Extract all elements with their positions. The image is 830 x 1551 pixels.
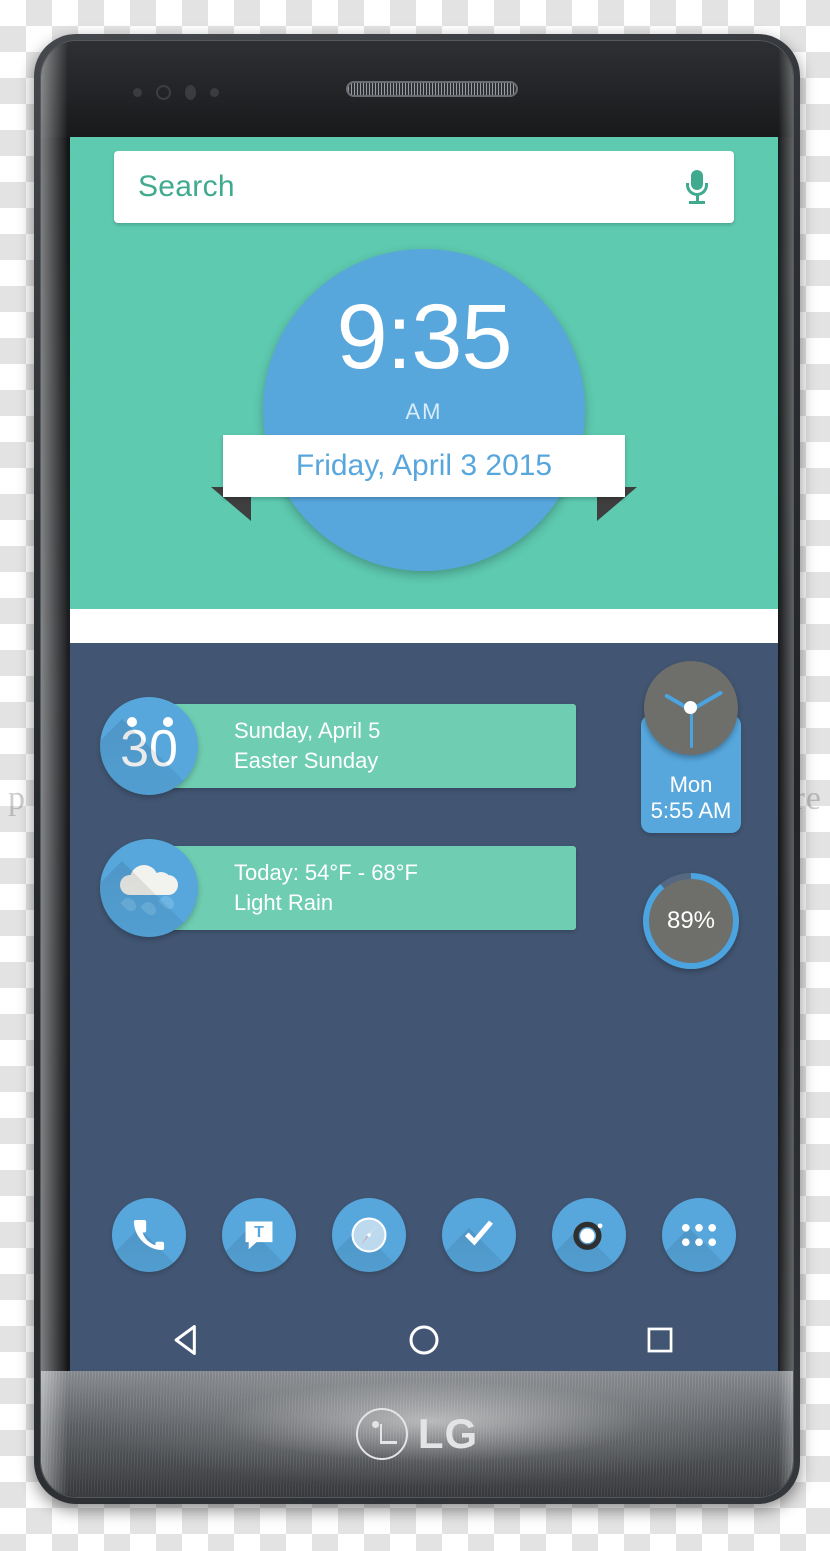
info-card-list: Sunday, April 5 Easter Sunday 30 Today: … bbox=[100, 697, 576, 981]
home-top-panel: Search 9:35 AM Friday, April 3 2015 bbox=[70, 137, 778, 609]
sensor-cluster bbox=[133, 85, 219, 100]
svg-text:T: T bbox=[254, 1224, 264, 1241]
alarm-time: 5:55 AM bbox=[650, 797, 732, 823]
search-input[interactable]: Search bbox=[138, 170, 684, 204]
led-indicator-icon bbox=[210, 88, 219, 97]
browser-compass-icon[interactable] bbox=[332, 1198, 406, 1272]
weather-card[interactable]: Today: 54°F - 68°F Light Rain bbox=[172, 846, 576, 930]
calendar-icon[interactable]: 30 bbox=[100, 697, 198, 795]
app-drawer-icon[interactable] bbox=[662, 1198, 736, 1272]
clock-date: Friday, April 3 2015 bbox=[295, 449, 553, 482]
earpiece-speaker-icon bbox=[346, 81, 518, 97]
calendar-card-row[interactable]: Sunday, April 5 Easter Sunday 30 bbox=[100, 697, 576, 795]
battery-percent: 89% bbox=[666, 907, 716, 934]
device-chin: LG bbox=[41, 1371, 793, 1497]
top-bezel bbox=[41, 41, 793, 137]
clock-widget[interactable]: 9:35 AM Friday, April 3 2015 bbox=[70, 249, 778, 589]
phone-body: Search 9:35 AM Friday, April 3 2015 Sund… bbox=[40, 40, 794, 1498]
clock-time: 9:35 bbox=[336, 286, 512, 388]
weather-line-1: Today: 54°F - 68°F bbox=[234, 859, 418, 885]
tasks-check-icon[interactable] bbox=[442, 1198, 516, 1272]
bezel-glare-right bbox=[779, 41, 793, 1497]
panel-divider bbox=[70, 609, 778, 643]
date-ribbon: Friday, April 3 2015 bbox=[211, 435, 637, 521]
analog-clock-icon bbox=[644, 661, 738, 755]
rain-drop bbox=[140, 899, 159, 918]
phone-screen: Search 9:35 AM Friday, April 3 2015 Sund… bbox=[70, 137, 778, 1385]
cloud-shape bbox=[120, 865, 178, 895]
rain-drop bbox=[158, 893, 177, 912]
rain-drop bbox=[120, 895, 139, 914]
dock: T bbox=[70, 1187, 778, 1283]
light-sensor-icon bbox=[185, 85, 196, 100]
weather-card-row[interactable]: Today: 54°F - 68°F Light Rain bbox=[100, 839, 576, 937]
home-bottom-panel: Sunday, April 5 Easter Sunday 30 Today: … bbox=[70, 643, 778, 1385]
phone-icon[interactable] bbox=[112, 1198, 186, 1272]
battery-inner: 89% bbox=[649, 879, 733, 963]
battery-widget[interactable]: 89% bbox=[643, 873, 739, 969]
rain-cloud-icon[interactable] bbox=[100, 839, 198, 937]
camera-icon[interactable] bbox=[552, 1198, 626, 1272]
weather-line-2: Light Rain bbox=[234, 890, 334, 915]
phone-device: Search 9:35 AM Friday, April 3 2015 Sund… bbox=[34, 34, 800, 1504]
lg-logo-icon bbox=[355, 1408, 408, 1460]
watermark-left: p bbox=[8, 780, 26, 817]
ribbon-body: Friday, April 3 2015 bbox=[223, 435, 625, 497]
clock-second-hand bbox=[689, 708, 693, 748]
clock-ampm: AM bbox=[405, 399, 443, 424]
lg-brand-label: LG bbox=[417, 1410, 479, 1457]
alarm-widget[interactable]: Mon 5:55 AM bbox=[641, 661, 741, 833]
microphone-icon[interactable] bbox=[684, 170, 710, 204]
calendar-card[interactable]: Sunday, April 5 Easter Sunday bbox=[172, 704, 576, 788]
calendar-line-1: Sunday, April 5 bbox=[234, 717, 381, 743]
calendar-line-2: Easter Sunday bbox=[234, 748, 379, 773]
messaging-icon[interactable]: T bbox=[222, 1198, 296, 1272]
proximity-sensor-icon bbox=[133, 88, 142, 97]
calendar-day-number: 30 bbox=[120, 720, 178, 778]
right-widget-column: Mon 5:55 AM 89% bbox=[630, 661, 752, 969]
clock-center-dot bbox=[684, 701, 697, 714]
front-camera-icon bbox=[156, 85, 171, 100]
alarm-day: Mon bbox=[669, 772, 713, 798]
search-bar[interactable]: Search bbox=[114, 151, 734, 223]
bezel-glare-left bbox=[41, 41, 67, 1497]
clock-circle: 9:35 AM bbox=[263, 249, 585, 571]
